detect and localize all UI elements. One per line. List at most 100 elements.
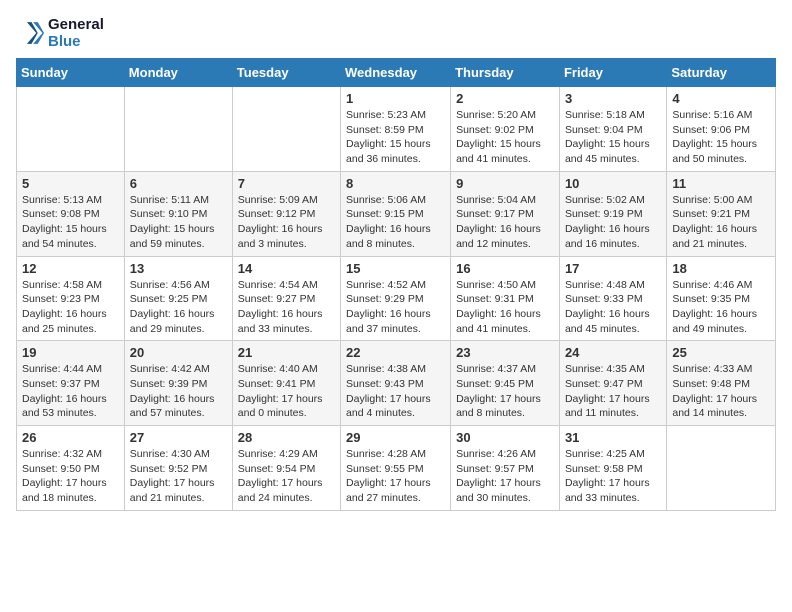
day-number: 1	[346, 91, 445, 106]
logo: General Blue	[16, 16, 104, 50]
day-info: Sunrise: 4:58 AM Sunset: 9:23 PM Dayligh…	[22, 278, 119, 337]
calendar-cell: 30 Sunrise: 4:26 AM Sunset: 9:57 PM Dayli…	[451, 426, 560, 511]
day-number: 9	[456, 176, 554, 191]
day-info: Sunrise: 4:30 AM Sunset: 9:52 PM Dayligh…	[130, 447, 227, 506]
day-info: Sunrise: 5:16 AM Sunset: 9:06 PM Dayligh…	[672, 108, 770, 167]
day-info: Sunrise: 4:38 AM Sunset: 9:43 PM Dayligh…	[346, 362, 445, 421]
day-info: Sunrise: 4:37 AM Sunset: 9:45 PM Dayligh…	[456, 362, 554, 421]
day-number: 18	[672, 261, 770, 276]
calendar-cell: 17 Sunrise: 4:48 AM Sunset: 9:33 PM Dayli…	[559, 256, 666, 341]
day-number: 15	[346, 261, 445, 276]
calendar-cell: 14 Sunrise: 4:54 AM Sunset: 9:27 PM Dayli…	[232, 256, 340, 341]
calendar-cell: 19 Sunrise: 4:44 AM Sunset: 9:37 PM Dayli…	[17, 341, 125, 426]
day-info: Sunrise: 4:54 AM Sunset: 9:27 PM Dayligh…	[238, 278, 335, 337]
day-number: 6	[130, 176, 227, 191]
day-info: Sunrise: 4:25 AM Sunset: 9:58 PM Dayligh…	[565, 447, 661, 506]
day-info: Sunrise: 4:35 AM Sunset: 9:47 PM Dayligh…	[565, 362, 661, 421]
calendar-cell: 21 Sunrise: 4:40 AM Sunset: 9:41 PM Dayli…	[232, 341, 340, 426]
day-number: 23	[456, 345, 554, 360]
calendar-cell: 2 Sunrise: 5:20 AM Sunset: 9:02 PM Daylig…	[451, 87, 560, 172]
day-info: Sunrise: 4:32 AM Sunset: 9:50 PM Dayligh…	[22, 447, 119, 506]
calendar-cell: 12Sunrise: 4:58 AM Sunset: 9:23 PM Dayli…	[17, 256, 125, 341]
day-number: 30	[456, 430, 554, 445]
calendar-cell: 8 Sunrise: 5:06 AM Sunset: 9:15 PM Daylig…	[341, 171, 451, 256]
calendar-week-4: 19 Sunrise: 4:44 AM Sunset: 9:37 PM Dayli…	[17, 341, 776, 426]
day-number: 10	[565, 176, 661, 191]
day-number: 19	[22, 345, 119, 360]
page-header: General Blue	[16, 16, 776, 50]
day-number: 22	[346, 345, 445, 360]
day-number: 2	[456, 91, 554, 106]
day-info: Sunrise: 4:56 AM Sunset: 9:25 PM Dayligh…	[130, 278, 227, 337]
day-number: 28	[238, 430, 335, 445]
calendar-header-friday: Friday	[559, 59, 666, 87]
day-info: Sunrise: 4:26 AM Sunset: 9:57 PM Dayligh…	[456, 447, 554, 506]
day-number: 17	[565, 261, 661, 276]
calendar-cell: 27 Sunrise: 4:30 AM Sunset: 9:52 PM Dayli…	[124, 426, 232, 511]
day-info: Sunrise: 4:44 AM Sunset: 9:37 PM Dayligh…	[22, 362, 119, 421]
day-info: Sunrise: 5:13 AM Sunset: 9:08 PM Dayligh…	[22, 193, 119, 252]
calendar-cell: 16 Sunrise: 4:50 AM Sunset: 9:31 PM Dayli…	[451, 256, 560, 341]
day-number: 14	[238, 261, 335, 276]
day-number: 29	[346, 430, 445, 445]
calendar-cell: 26 Sunrise: 4:32 AM Sunset: 9:50 PM Dayli…	[17, 426, 125, 511]
day-number: 3	[565, 91, 661, 106]
day-info: Sunrise: 4:48 AM Sunset: 9:33 PM Dayligh…	[565, 278, 661, 337]
calendar-cell: 23 Sunrise: 4:37 AM Sunset: 9:45 PM Dayli…	[451, 341, 560, 426]
day-info: Sunrise: 4:46 AM Sunset: 9:35 PM Dayligh…	[672, 278, 770, 337]
calendar-cell: 15 Sunrise: 4:52 AM Sunset: 9:29 PM Dayli…	[341, 256, 451, 341]
calendar-header-row: SundayMondayTuesdayWednesdayThursdayFrid…	[17, 59, 776, 87]
day-number: 13	[130, 261, 227, 276]
calendar-cell: 28 Sunrise: 4:29 AM Sunset: 9:54 PM Dayli…	[232, 426, 340, 511]
day-info: Sunrise: 4:50 AM Sunset: 9:31 PM Dayligh…	[456, 278, 554, 337]
day-number: 21	[238, 345, 335, 360]
calendar-cell: 9 Sunrise: 5:04 AM Sunset: 9:17 PM Daylig…	[451, 171, 560, 256]
day-info: Sunrise: 4:42 AM Sunset: 9:39 PM Dayligh…	[130, 362, 227, 421]
logo-text: General Blue	[48, 16, 104, 50]
day-info: Sunrise: 5:04 AM Sunset: 9:17 PM Dayligh…	[456, 193, 554, 252]
day-number: 8	[346, 176, 445, 191]
calendar-cell	[232, 87, 340, 172]
calendar-cell: 4 Sunrise: 5:16 AM Sunset: 9:06 PM Daylig…	[667, 87, 776, 172]
day-info: Sunrise: 5:09 AM Sunset: 9:12 PM Dayligh…	[238, 193, 335, 252]
day-number: 16	[456, 261, 554, 276]
calendar-header-thursday: Thursday	[451, 59, 560, 87]
day-number: 11	[672, 176, 770, 191]
calendar-header-tuesday: Tuesday	[232, 59, 340, 87]
day-number: 26	[22, 430, 119, 445]
calendar-table: SundayMondayTuesdayWednesdayThursdayFrid…	[16, 58, 776, 511]
calendar-week-3: 12Sunrise: 4:58 AM Sunset: 9:23 PM Dayli…	[17, 256, 776, 341]
calendar-cell: 10 Sunrise: 5:02 AM Sunset: 9:19 PM Dayli…	[559, 171, 666, 256]
day-info: Sunrise: 5:20 AM Sunset: 9:02 PM Dayligh…	[456, 108, 554, 167]
calendar-cell: 3 Sunrise: 5:18 AM Sunset: 9:04 PM Daylig…	[559, 87, 666, 172]
calendar-cell: 29Sunrise: 4:28 AM Sunset: 9:55 PM Dayli…	[341, 426, 451, 511]
calendar-cell	[17, 87, 125, 172]
day-info: Sunrise: 5:23 AM Sunset: 8:59 PM Dayligh…	[346, 108, 445, 167]
day-info: Sunrise: 4:33 AM Sunset: 9:48 PM Dayligh…	[672, 362, 770, 421]
calendar-cell: 22 Sunrise: 4:38 AM Sunset: 9:43 PM Dayli…	[341, 341, 451, 426]
day-number: 4	[672, 91, 770, 106]
day-info: Sunrise: 4:29 AM Sunset: 9:54 PM Dayligh…	[238, 447, 335, 506]
day-info: Sunrise: 5:02 AM Sunset: 9:19 PM Dayligh…	[565, 193, 661, 252]
day-info: Sunrise: 4:40 AM Sunset: 9:41 PM Dayligh…	[238, 362, 335, 421]
day-number: 20	[130, 345, 227, 360]
calendar-cell: 11 Sunrise: 5:00 AM Sunset: 9:21 PM Dayli…	[667, 171, 776, 256]
day-info: Sunrise: 5:00 AM Sunset: 9:21 PM Dayligh…	[672, 193, 770, 252]
logo-icon	[16, 19, 44, 47]
day-number: 24	[565, 345, 661, 360]
calendar-week-5: 26 Sunrise: 4:32 AM Sunset: 9:50 PM Dayli…	[17, 426, 776, 511]
calendar-cell: 18 Sunrise: 4:46 AM Sunset: 9:35 PM Dayli…	[667, 256, 776, 341]
calendar-cell: 20 Sunrise: 4:42 AM Sunset: 9:39 PM Dayli…	[124, 341, 232, 426]
calendar-cell: 6 Sunrise: 5:11 AM Sunset: 9:10 PM Daylig…	[124, 171, 232, 256]
calendar-cell: 7Sunrise: 5:09 AM Sunset: 9:12 PM Daylig…	[232, 171, 340, 256]
calendar-cell: 25Sunrise: 4:33 AM Sunset: 9:48 PM Dayli…	[667, 341, 776, 426]
calendar-cell	[124, 87, 232, 172]
day-info: Sunrise: 5:06 AM Sunset: 9:15 PM Dayligh…	[346, 193, 445, 252]
day-info: Sunrise: 5:18 AM Sunset: 9:04 PM Dayligh…	[565, 108, 661, 167]
day-info: Sunrise: 4:52 AM Sunset: 9:29 PM Dayligh…	[346, 278, 445, 337]
calendar-cell: 24 Sunrise: 4:35 AM Sunset: 9:47 PM Dayli…	[559, 341, 666, 426]
day-info: Sunrise: 5:11 AM Sunset: 9:10 PM Dayligh…	[130, 193, 227, 252]
day-number: 27	[130, 430, 227, 445]
calendar-cell: 5Sunrise: 5:13 AM Sunset: 9:08 PM Daylig…	[17, 171, 125, 256]
calendar-cell: 13 Sunrise: 4:56 AM Sunset: 9:25 PM Dayli…	[124, 256, 232, 341]
